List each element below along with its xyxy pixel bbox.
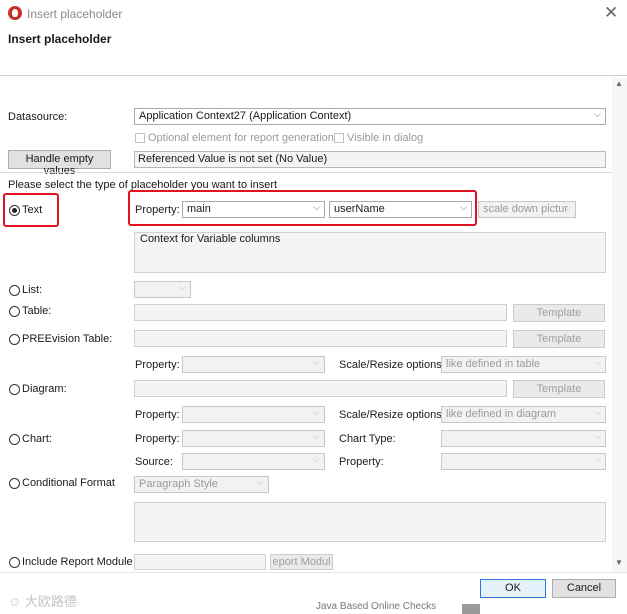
- chart-radio-label: Chart:: [22, 433, 52, 445]
- chevron-down-icon: ⌵: [257, 477, 264, 487]
- chevron-down-icon: ⌵: [179, 282, 186, 292]
- chevron-down-icon: ⌵: [313, 431, 320, 441]
- chevron-down-icon: ⌵: [594, 407, 601, 417]
- list-select[interactable]: ⌵: [134, 281, 191, 298]
- preevision-property-select[interactable]: ⌵: [182, 356, 325, 373]
- list-radio[interactable]: [9, 285, 20, 296]
- text-radio-label: Text: [22, 204, 43, 216]
- text-scale-value: scale down pictur: [483, 203, 568, 215]
- cancel-button[interactable]: Cancel: [552, 579, 616, 598]
- text-radio[interactable]: [9, 205, 20, 216]
- chevron-down-icon: ⌵: [594, 109, 601, 119]
- chart-property-select[interactable]: ⌵: [182, 430, 325, 447]
- preevision-scale-label: Scale/Resize options:: [339, 359, 445, 371]
- chart-radio[interactable]: [9, 434, 20, 445]
- optional-element-checkbox[interactable]: [135, 133, 145, 143]
- close-icon[interactable]: ✕: [604, 3, 618, 23]
- chevron-down-icon: ⌵: [594, 454, 601, 464]
- table-field[interactable]: [134, 304, 507, 321]
- preevision-table-field[interactable]: [134, 330, 507, 347]
- conditional-format-radio[interactable]: [9, 478, 20, 489]
- text-property-select[interactable]: main ⌵: [182, 201, 325, 218]
- chevron-down-icon: ⌵: [594, 357, 601, 367]
- context-variable-label: Context for Variable columns: [140, 233, 281, 245]
- paragraph-style-value: Paragraph Style: [139, 478, 218, 490]
- watermark-icon: ☺: [8, 594, 22, 609]
- conditional-format-area[interactable]: [134, 502, 606, 542]
- watermark-text: 大欧路德: [24, 594, 77, 609]
- scroll-down-icon[interactable]: ▼: [615, 558, 623, 567]
- text-property-value: main: [187, 203, 211, 215]
- preevision-table-radio[interactable]: [9, 334, 20, 345]
- table-template-button[interactable]: Template: [513, 304, 605, 322]
- watermark-logo: ☺ 大欧路德: [8, 591, 77, 610]
- chevron-down-icon: ⌵: [594, 431, 601, 441]
- empty-value-field: Referenced Value is not set (No Value): [134, 151, 606, 168]
- chevron-down-icon: ⌵: [313, 202, 320, 212]
- diagram-field[interactable]: [134, 380, 507, 397]
- chart-type-label: Chart Type:: [339, 433, 396, 445]
- visible-in-dialog-checkbox[interactable]: [334, 133, 344, 143]
- background-window-text: Java Based Online Checks: [316, 601, 437, 612]
- table-radio[interactable]: [9, 306, 20, 317]
- table-radio-label: Table:: [22, 305, 52, 317]
- chart-source-label: Source:: [135, 456, 173, 468]
- separator: [0, 172, 612, 173]
- text-scale-select[interactable]: scale down pictur ⌵: [478, 201, 576, 218]
- diagram-scale-value: like defined in diagram: [446, 408, 557, 420]
- context-variable-area: Context for Variable columns: [134, 232, 606, 273]
- preevision-scale-select[interactable]: like defined in table ⌵: [441, 356, 606, 373]
- datasource-label: Datasource:: [8, 111, 68, 123]
- chart-property2-label: Property:: [339, 456, 384, 468]
- report-module-button[interactable]: eport Modul: [270, 554, 333, 570]
- scroll-up-icon[interactable]: ▲: [615, 79, 623, 88]
- preevision-property-label: Property:: [135, 359, 180, 371]
- list-radio-label: List:: [22, 284, 43, 296]
- ok-button[interactable]: OK: [480, 579, 546, 598]
- preevision-template-button[interactable]: Template: [513, 330, 605, 348]
- diagram-radio[interactable]: [9, 384, 20, 395]
- text-attribute-value: userName: [334, 203, 385, 215]
- chevron-down-icon: ⌵: [313, 357, 320, 367]
- diagram-template-button[interactable]: Template: [513, 380, 605, 398]
- optional-element-label: Optional element for report generation: [148, 132, 334, 144]
- window-title: Insert placeholder: [27, 7, 123, 21]
- visible-in-dialog-label: Visible in dialog: [347, 132, 424, 144]
- include-report-module-radio[interactable]: [9, 557, 20, 568]
- chart-type-select[interactable]: ⌵: [441, 430, 606, 447]
- datasource-select[interactable]: Application Context27 (Application Conte…: [134, 108, 606, 125]
- preevision-table-label: PREEvision Table:: [22, 333, 113, 345]
- background-window-block: [462, 604, 480, 614]
- text-property-label: Property:: [135, 204, 180, 216]
- diagram-radio-label: Diagram:: [22, 383, 67, 395]
- dialog-title: Insert placeholder: [8, 32, 112, 46]
- chevron-down-icon: ⌵: [460, 202, 467, 212]
- vertical-scrollbar[interactable]: [612, 78, 627, 572]
- conditional-format-label: Conditional Format: [22, 477, 115, 489]
- text-attribute-select[interactable]: userName ⌵: [329, 201, 472, 218]
- app-logo-icon: [8, 6, 22, 20]
- chart-source-select[interactable]: ⌵: [182, 453, 325, 470]
- chevron-down-icon: ⌵: [564, 202, 571, 212]
- chevron-down-icon: ⌵: [313, 407, 320, 417]
- preevision-scale-value: like defined in table: [446, 358, 541, 370]
- datasource-value: Application Context27 (Application Conte…: [139, 110, 352, 122]
- chart-property-label: Property:: [135, 433, 180, 445]
- diagram-scale-label: Scale/Resize options:: [339, 409, 445, 421]
- diagram-property-select[interactable]: ⌵: [182, 406, 325, 423]
- diagram-property-label: Property:: [135, 409, 180, 421]
- chevron-down-icon: ⌵: [313, 454, 320, 464]
- handle-empty-values-button[interactable]: Handle empty values: [8, 150, 111, 177]
- include-report-module-label: Include Report Module: [22, 556, 133, 568]
- diagram-scale-select[interactable]: like defined in diagram ⌵: [441, 406, 606, 423]
- include-report-module-field[interactable]: [134, 554, 266, 570]
- paragraph-style-select[interactable]: Paragraph Style ⌵: [134, 476, 269, 493]
- chart-property2-select[interactable]: ⌵: [441, 453, 606, 470]
